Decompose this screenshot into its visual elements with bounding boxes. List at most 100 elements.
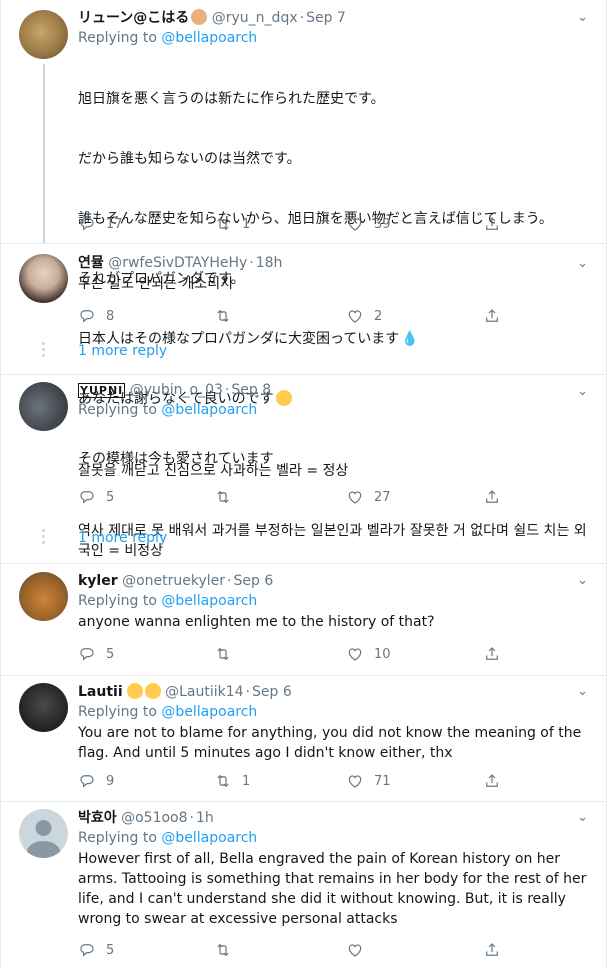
retweet-icon — [217, 943, 229, 957]
reply-button[interactable]: 5 — [78, 940, 114, 960]
share-button[interactable] — [483, 306, 501, 326]
reply-button[interactable]: 8 — [78, 306, 114, 326]
like-button[interactable]: 10 — [346, 644, 391, 664]
tweet-actions: 17 1 39 — [78, 214, 518, 234]
reply-to-link[interactable]: @bellapoarch — [161, 30, 257, 46]
replying-to: Replying to @bellapoarch — [78, 402, 258, 418]
timestamp[interactable]: 1h — [196, 810, 214, 826]
show-more-replies-link[interactable]: 1 more reply — [78, 343, 167, 359]
tweet[interactable]: ⌄ リューン@こはる @ryu_n_dqx · Sep 7 Replying to … — [1, 0, 606, 467]
reply-to-link[interactable]: @bellapoarch — [161, 402, 257, 418]
reply-button[interactable]: 5 — [78, 487, 114, 507]
timestamp[interactable]: Sep 8 — [231, 382, 271, 398]
handle[interactable]: @Lautiik14 — [165, 684, 243, 700]
retweet-button[interactable] — [214, 644, 242, 664]
share-icon — [486, 217, 498, 230]
tweet-actions: 8 2 — [78, 306, 518, 326]
reply-button[interactable]: 17 — [78, 214, 123, 234]
like-button[interactable]: 27 — [346, 487, 391, 507]
timestamp[interactable]: Sep 7 — [306, 10, 346, 26]
timestamp[interactable]: Sep 6 — [233, 573, 273, 589]
tweet-actions: 5 10 — [78, 644, 518, 664]
replying-to: Replying to @bellapoarch — [78, 704, 258, 720]
reply-icon — [80, 775, 94, 788]
retweet-icon — [217, 647, 229, 661]
handle[interactable]: @o51oo8 — [121, 810, 187, 826]
retweet-button[interactable]: 1 — [214, 771, 250, 791]
display-name[interactable]: リューン@こはる — [78, 10, 189, 26]
tweet-actions: 5 27 — [78, 487, 518, 507]
tweet[interactable]: ⌄ YUPNI @yubin_o_03 · Sep 8 Replying to @b… — [1, 375, 606, 563]
tweet-thread: ⌄ リューン@こはる @ryu_n_dqx · Sep 7 Replying to … — [0, 0, 607, 968]
share-button[interactable] — [483, 644, 501, 664]
replying-to: Replying to @bellapoarch — [78, 30, 258, 46]
display-name[interactable]: 박효아 — [78, 810, 117, 826]
share-button[interactable] — [483, 487, 501, 507]
retweet-button[interactable]: 1 — [214, 214, 250, 234]
like-button[interactable]: 71 — [346, 771, 391, 791]
like-button[interactable]: 2 — [346, 306, 382, 326]
display-name[interactable]: kyler — [78, 573, 118, 589]
retweet-icon — [217, 217, 229, 231]
reply-icon — [80, 218, 94, 231]
thread-dots — [42, 529, 46, 547]
tweet-text: However first of all, Bella engraved the… — [78, 851, 591, 927]
tweet-text: anyone wanna enlighten me to the history… — [78, 614, 435, 630]
replying-to: Replying to @bellapoarch — [78, 830, 258, 846]
tweet[interactable]: ⌄ kyler @onetruekyler · Sep 6 Replying to … — [1, 564, 606, 676]
steam-face-emoji-icon — [144, 683, 161, 699]
retweet-icon — [217, 774, 229, 788]
share-button[interactable] — [483, 940, 501, 960]
tweet[interactable]: ⌄ 연뮬 @rwfeSivDTAYHeHy · 18h 무슨 말도 안되는 개소리지… — [1, 244, 606, 374]
like-button[interactable] — [346, 940, 374, 960]
retweet-icon — [217, 490, 229, 504]
default-avatar-icon — [26, 820, 61, 858]
retweet-button[interactable] — [214, 487, 242, 507]
reply-icon — [80, 648, 94, 661]
timestamp[interactable]: Sep 6 — [252, 684, 292, 700]
reply-button[interactable]: 9 — [78, 771, 114, 791]
handle[interactable]: @yubin_o_03 — [130, 382, 223, 398]
display-name[interactable]: YUPNI — [78, 383, 126, 398]
reply-button[interactable]: 5 — [78, 644, 114, 664]
share-icon — [486, 647, 498, 660]
thread-dots — [42, 342, 46, 360]
share-button[interactable] — [483, 214, 501, 234]
avatar[interactable] — [19, 10, 68, 59]
show-more-replies-link[interactable]: 1 more reply — [78, 530, 167, 546]
tweet[interactable]: ⌄ 박효아 @o51oo8 · 1h Replying to @bellapoarc… — [1, 802, 606, 972]
tweet-actions: 9 1 71 — [78, 771, 518, 791]
tweet-text: 무슨 말도 안되는 개소리지 — [78, 276, 234, 292]
timestamp[interactable]: 18h — [256, 255, 283, 271]
heart-icon — [348, 310, 362, 323]
avatar[interactable] — [19, 382, 68, 431]
tweet-text: You are not to blame for anything, you d… — [78, 725, 586, 761]
handle[interactable]: @ryu_n_dqx — [212, 10, 298, 26]
avatar[interactable] — [19, 254, 68, 303]
avatar[interactable] — [19, 809, 68, 858]
heart-icon — [348, 944, 362, 957]
reply-to-link[interactable]: @bellapoarch — [161, 593, 257, 609]
thread-line — [43, 64, 45, 243]
reply-to-link[interactable]: @bellapoarch — [161, 830, 257, 846]
tweet[interactable]: ⌄ Lautii @Lautiik14 · Sep 6 Replying to @b… — [1, 676, 606, 802]
heart-icon — [348, 648, 362, 661]
handle[interactable]: @rwfeSivDTAYHeHy — [108, 255, 247, 271]
retweet-button[interactable] — [214, 306, 242, 326]
share-icon — [486, 774, 498, 787]
reply-icon — [80, 944, 94, 957]
tweet-actions: 5 — [78, 940, 518, 960]
retweet-button[interactable] — [214, 940, 242, 960]
share-icon — [486, 943, 498, 956]
like-button[interactable]: 39 — [346, 214, 391, 234]
share-button[interactable] — [483, 771, 501, 791]
retweet-icon — [217, 309, 229, 323]
reply-to-link[interactable]: @bellapoarch — [161, 704, 257, 720]
display-name[interactable]: Lautii — [78, 684, 123, 700]
avatar[interactable] — [19, 683, 68, 732]
handle[interactable]: @onetruekyler — [122, 573, 225, 589]
replying-to: Replying to @bellapoarch — [78, 593, 258, 609]
display-name[interactable]: 연뮬 — [78, 255, 104, 271]
avatar[interactable] — [19, 572, 68, 621]
heart-icon — [348, 775, 362, 788]
